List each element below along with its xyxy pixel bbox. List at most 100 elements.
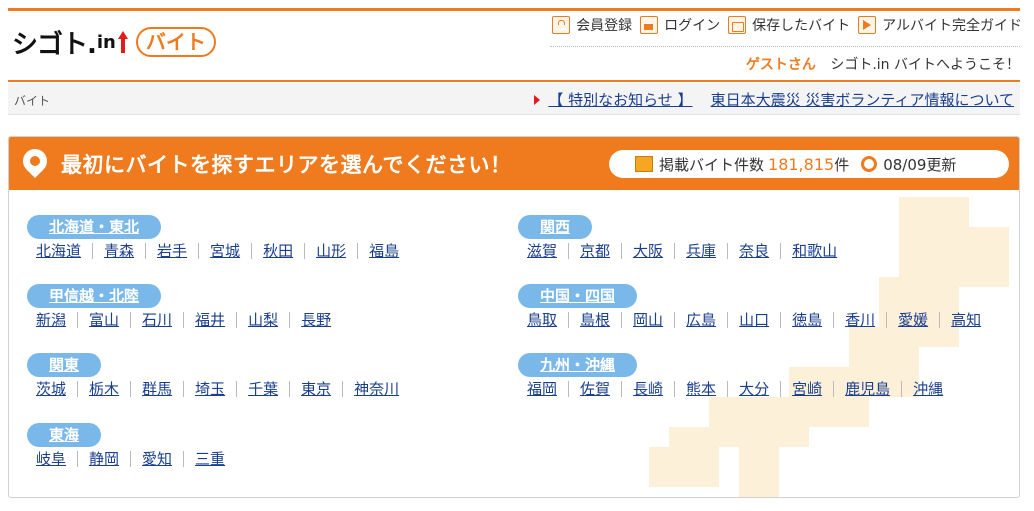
nav-register-link[interactable]: 会員登録 [552, 15, 632, 35]
pref-link[interactable]: 長野 [289, 312, 342, 328]
logo-baito: バイト [135, 27, 216, 57]
pref-link[interactable]: 徳島 [780, 312, 833, 328]
region-koshinetsu-hokuriku: 甲信越・北陸 新潟 富山 石川 福井 山梨 長野 [27, 284, 342, 328]
logo-in: in [96, 31, 116, 53]
region-label[interactable]: 関東 [27, 353, 102, 377]
job-count-icon [635, 156, 653, 172]
panel-header: 最初にバイトを探すエリアを選んでください！ 掲載バイト件数 181,815 件 … [9, 137, 1019, 190]
pref-link[interactable]: 鹿児島 [833, 381, 901, 397]
pref-link[interactable]: 京都 [568, 243, 621, 259]
nav-saved-jobs-link[interactable]: 保存したバイト [728, 15, 850, 35]
special-notice-link[interactable]: 【 特別なお知らせ 】 東日本大震災 災害ボランティア情報について [534, 89, 1014, 110]
nav-divider [550, 46, 1020, 47]
region-kansai: 関西 滋賀 京都 大阪 兵庫 奈良 和歌山 [518, 215, 848, 259]
pref-link[interactable]: 兵庫 [674, 243, 727, 259]
pref-link[interactable]: 沖縄 [901, 381, 954, 397]
welcome-message: ゲストさん シゴト.in バイトへようこそ！ [746, 54, 1020, 74]
region-label[interactable]: 甲信越・北陸 [27, 284, 162, 308]
logo-text: シゴト. [12, 29, 97, 60]
pref-link[interactable]: 秋田 [251, 243, 304, 259]
pref-list: 茨城 栃木 群馬 埼玉 千葉 東京 神奈川 [27, 381, 410, 397]
pref-link[interactable]: 島根 [568, 312, 621, 328]
login-icon [640, 16, 659, 34]
notice-label: 【 特別なお知らせ 】 [548, 91, 693, 109]
site-logo[interactable]: シゴト. in バイト [12, 24, 216, 60]
nav-guide-link[interactable]: アルバイト完全ガイド [858, 15, 1022, 35]
region-kyushu-okinawa: 九州・沖縄 福岡 佐賀 長崎 熊本 大分 宮崎 鹿児島 沖縄 [518, 353, 954, 397]
pref-link[interactable]: 宮崎 [780, 381, 833, 397]
guide-icon [858, 16, 877, 34]
pref-link[interactable]: 福岡 [518, 381, 568, 397]
breadcrumb-bar: バイト 【 特別なお知らせ 】 東日本大震災 災害ボランティア情報について [8, 83, 1020, 115]
pref-link[interactable]: 埼玉 [183, 381, 236, 397]
pref-link[interactable]: 千葉 [236, 381, 289, 397]
nav-login-link[interactable]: ログイン [640, 15, 720, 35]
nav-guide-label: アルバイト完全ガイド [882, 18, 1022, 34]
pref-link[interactable]: 奈良 [727, 243, 780, 259]
pref-link[interactable]: 神奈川 [342, 381, 410, 397]
triangle-right-icon [534, 94, 541, 105]
region-kanto: 関東 茨城 栃木 群馬 埼玉 千葉 東京 神奈川 [27, 353, 410, 397]
pref-link[interactable]: 福島 [357, 243, 410, 259]
pref-link[interactable]: 東京 [289, 381, 342, 397]
pref-link[interactable]: 大阪 [621, 243, 674, 259]
pref-link[interactable]: 富山 [77, 312, 130, 328]
pref-link[interactable]: 滋賀 [518, 243, 568, 259]
region-label[interactable]: 中国・四国 [518, 284, 638, 308]
pref-link[interactable]: 愛媛 [886, 312, 939, 328]
pref-link[interactable]: 青森 [92, 243, 145, 259]
updated-date: 08/09更新 [883, 155, 957, 174]
region-hokkaido-tohoku: 北海道・東北 北海道 青森 岩手 宮城 秋田 山形 福島 [27, 215, 410, 259]
header-bottom-line [8, 80, 1020, 82]
pref-link[interactable]: 広島 [674, 312, 727, 328]
pref-link[interactable]: 新潟 [27, 312, 77, 328]
pref-link[interactable]: 茨城 [27, 381, 77, 397]
folder-icon [728, 16, 747, 34]
pref-link[interactable]: 香川 [833, 312, 886, 328]
top-accent-line [8, 8, 1020, 11]
pref-link[interactable]: 佐賀 [568, 381, 621, 397]
region-label[interactable]: 九州・沖縄 [518, 353, 638, 377]
pref-link[interactable]: 群馬 [130, 381, 183, 397]
pref-link[interactable]: 栃木 [77, 381, 130, 397]
pref-link[interactable]: 石川 [130, 312, 183, 328]
panel-title: 最初にバイトを探すエリアを選んでください！ [61, 153, 512, 177]
pref-link[interactable]: 熊本 [674, 381, 727, 397]
pref-link[interactable]: 静岡 [77, 451, 130, 467]
pref-list: 福岡 佐賀 長崎 熊本 大分 宮崎 鹿児島 沖縄 [518, 381, 954, 397]
pref-link[interactable]: 宮城 [198, 243, 251, 259]
pref-link[interactable]: 岐阜 [27, 451, 77, 467]
pref-link[interactable]: 北海道 [27, 243, 92, 259]
pref-list: 滋賀 京都 大阪 兵庫 奈良 和歌山 [518, 243, 848, 259]
region-chugoku-shikoku: 中国・四国 鳥取 島根 岡山 広島 山口 徳島 香川 愛媛 高知 [518, 284, 992, 328]
pref-link[interactable]: 岡山 [621, 312, 674, 328]
pref-link[interactable]: 山口 [727, 312, 780, 328]
nav-saved-jobs-label: 保存したバイト [752, 18, 851, 34]
pref-link[interactable]: 鳥取 [518, 312, 568, 328]
area-select-panel: 最初にバイトを探すエリアを選んでください！ 掲載バイト件数 181,815 件 … [8, 136, 1020, 498]
clock-icon [861, 156, 878, 172]
pref-link[interactable]: 高知 [939, 312, 992, 328]
job-count-unit: 件 [834, 155, 850, 174]
region-label[interactable]: 東海 [27, 423, 102, 447]
logo-arrow-icon [117, 31, 128, 53]
pref-list: 鳥取 島根 岡山 広島 山口 徳島 香川 愛媛 高知 [518, 312, 992, 328]
pref-link[interactable]: 山形 [304, 243, 357, 259]
guest-name: ゲストさん [745, 57, 816, 73]
notice-text: 東日本大震災 災害ボランティア情報について [710, 91, 1014, 109]
region-label[interactable]: 北海道・東北 [27, 215, 162, 239]
pref-link[interactable]: 岩手 [145, 243, 198, 259]
pref-link[interactable]: 和歌山 [780, 243, 848, 259]
job-count-box: 掲載バイト件数 181,815 件 08/09更新 [609, 150, 1009, 178]
pref-link[interactable]: 福井 [183, 312, 236, 328]
pref-link[interactable]: 大分 [727, 381, 780, 397]
nav-login-label: ログイン [664, 18, 721, 34]
pref-link[interactable]: 愛知 [130, 451, 183, 467]
welcome-text: シゴト.in バイトへようこそ！ [830, 57, 1020, 73]
job-count-label: 掲載バイト件数 [659, 155, 765, 174]
pref-link[interactable]: 三重 [183, 451, 236, 467]
pref-list: 岐阜 静岡 愛知 三重 [27, 451, 236, 467]
pref-link[interactable]: 長崎 [621, 381, 674, 397]
pref-link[interactable]: 山梨 [236, 312, 289, 328]
region-label[interactable]: 関西 [518, 215, 593, 239]
